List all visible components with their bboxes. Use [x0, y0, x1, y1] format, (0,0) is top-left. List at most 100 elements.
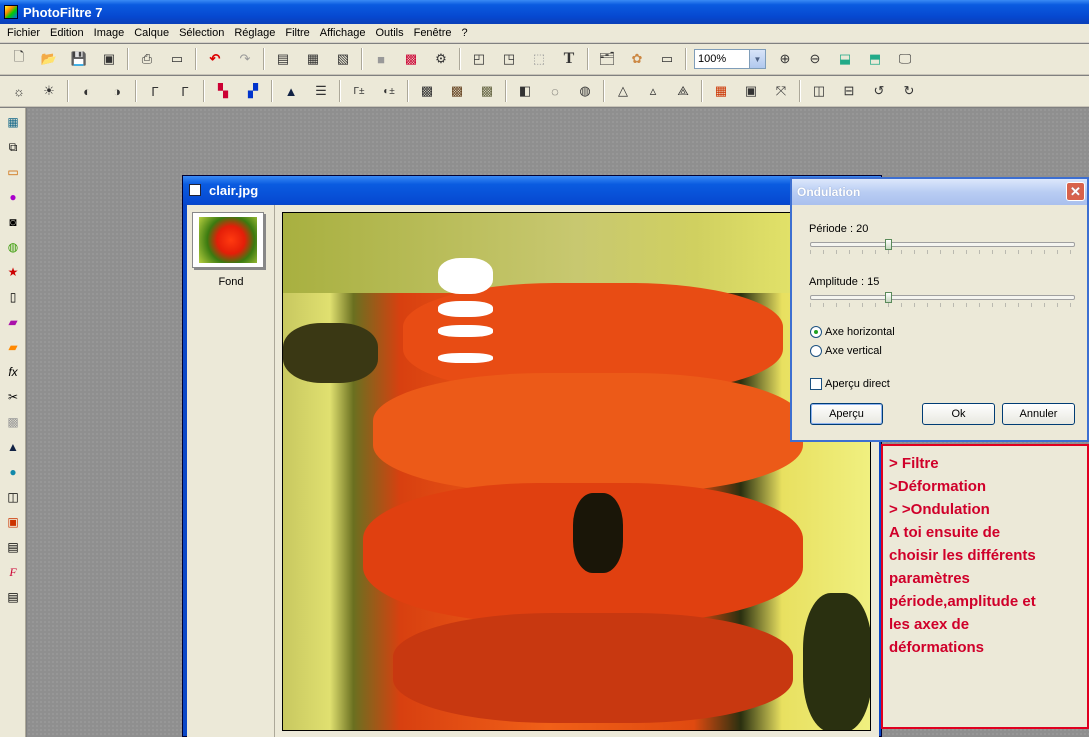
save-icon[interactable]: 💾: [67, 47, 91, 71]
amplitude-slider[interactable]: [810, 295, 1075, 300]
flip-vertical-icon[interactable]: ⊟: [837, 79, 861, 103]
fullscreen-icon[interactable]: 🖵: [893, 47, 917, 71]
globe-icon[interactable]: ◍: [3, 237, 23, 257]
photo-mask-icon[interactable]: ▣: [739, 79, 763, 103]
radio-button[interactable]: [810, 345, 822, 357]
window-icon[interactable]: ▭: [655, 47, 679, 71]
image-canvas[interactable]: [282, 212, 871, 731]
automation-icon[interactable]: ⚙: [429, 47, 453, 71]
menu-reglage[interactable]: Réglage: [229, 27, 280, 39]
sharpen-icon[interactable]: ◍: [573, 79, 597, 103]
flip-horizontal-icon[interactable]: ◫: [807, 79, 831, 103]
deselect-icon[interactable]: ◳: [497, 47, 521, 71]
canvas-size-icon[interactable]: ▦: [301, 47, 325, 71]
camera-icon[interactable]: ◙: [3, 212, 23, 232]
period-slider[interactable]: [810, 242, 1075, 247]
image-icon[interactable]: ▣: [3, 512, 23, 532]
circle-icon[interactable]: ●: [3, 462, 23, 482]
axis-horizontal-radio[interactable]: Axe horizontal: [810, 326, 895, 338]
save-html-icon[interactable]: ▤: [3, 587, 23, 607]
monitor-icon[interactable]: ▭: [3, 162, 23, 182]
page-icon[interactable]: ▯: [3, 287, 23, 307]
crop-icon[interactable]: ▧: [331, 47, 355, 71]
selection-rect-icon[interactable]: ⬚: [527, 47, 551, 71]
rotate-left-icon[interactable]: ↺: [867, 79, 891, 103]
zoom-in-icon[interactable]: ⊕: [773, 47, 797, 71]
transform-icon[interactable]: ⤧: [769, 79, 793, 103]
rainbow-gradient-icon[interactable]: ▰: [3, 337, 23, 357]
grayscale-icon[interactable]: ▩: [415, 79, 439, 103]
gamma-up-icon[interactable]: Γ: [173, 79, 197, 103]
text-tool-icon[interactable]: T: [557, 47, 581, 71]
explorer-icon[interactable]: 🗂: [595, 47, 619, 71]
preview-direct-checkbox[interactable]: Aperçu direct: [810, 378, 890, 390]
checkbox[interactable]: [810, 378, 822, 390]
cancel-button[interactable]: Annuler: [1002, 403, 1075, 425]
font-icon[interactable]: F: [3, 562, 23, 582]
close-icon[interactable]: ✕: [1066, 182, 1085, 201]
function-icon[interactable]: fx: [3, 362, 23, 382]
calculator-icon[interactable]: ▦: [3, 112, 23, 132]
contrast-up-icon[interactable]: ◑: [105, 79, 129, 103]
sepia-icon[interactable]: ▩: [445, 79, 469, 103]
print-icon[interactable]: ⎙: [135, 47, 159, 71]
auto-contrast-icon[interactable]: ◐±: [377, 79, 401, 103]
color-palette-icon[interactable]: ▩: [399, 47, 423, 71]
menu-filtre[interactable]: Filtre: [280, 27, 314, 39]
undo-icon[interactable]: ↶: [203, 47, 227, 71]
redo-icon[interactable]: ↷: [233, 47, 257, 71]
levels-icon[interactable]: ▲: [279, 79, 303, 103]
relief-icon[interactable]: △: [611, 79, 635, 103]
chevron-down-icon[interactable]: ▼: [749, 50, 765, 68]
blur-icon[interactable]: ◌: [543, 79, 567, 103]
star-icon[interactable]: ★: [3, 262, 23, 282]
menu-fenetre[interactable]: Fenêtre: [409, 27, 457, 39]
brightness-up-icon[interactable]: ☼: [7, 79, 31, 103]
mosaic-icon[interactable]: ▩: [475, 79, 499, 103]
brightness-down-icon[interactable]: ☀: [37, 79, 61, 103]
menu-calque[interactable]: Calque: [129, 27, 174, 39]
menu-image[interactable]: Image: [89, 27, 130, 39]
fit-window-icon[interactable]: ⬓: [833, 47, 857, 71]
color-gradient-icon[interactable]: ▰: [3, 312, 23, 332]
image-size-icon[interactable]: ▤: [271, 47, 295, 71]
scissors-icon[interactable]: ✂: [3, 387, 23, 407]
rotate-right-icon[interactable]: ↻: [897, 79, 921, 103]
actual-size-icon[interactable]: ⬒: [863, 47, 887, 71]
menu-edition[interactable]: Edition: [45, 27, 89, 39]
edge-icon[interactable]: ⟁: [671, 79, 695, 103]
save-all-icon[interactable]: ▣: [97, 47, 121, 71]
menu-selection[interactable]: Sélection: [174, 27, 229, 39]
sphere-icon[interactable]: ●: [3, 187, 23, 207]
saturation-up-icon[interactable]: ▞: [241, 79, 265, 103]
radio-button[interactable]: [810, 326, 822, 338]
outline-icon[interactable]: ▵: [641, 79, 665, 103]
auto-levels-icon[interactable]: Γ±: [347, 79, 371, 103]
menu-outils[interactable]: Outils: [370, 27, 408, 39]
dialog-titlebar[interactable]: Ondulation ✕: [792, 179, 1087, 205]
ok-button[interactable]: Ok: [922, 403, 995, 425]
plugins-icon[interactable]: ✿: [625, 47, 649, 71]
curves-icon[interactable]: ☰: [309, 79, 333, 103]
scanner-icon[interactable]: ▭: [165, 47, 189, 71]
color-adjust-icon[interactable]: ▦: [709, 79, 733, 103]
zoom-select[interactable]: 100% ▼: [694, 49, 766, 69]
invert-icon[interactable]: ◧: [513, 79, 537, 103]
pattern-icon[interactable]: ▩: [3, 412, 23, 432]
amplitude-slider-thumb[interactable]: [884, 292, 892, 303]
axis-vertical-radio[interactable]: Axe vertical: [810, 345, 882, 357]
menu-help[interactable]: ?: [457, 27, 473, 39]
save-2000-icon[interactable]: ▤: [3, 537, 23, 557]
open-folder-icon[interactable]: 📂: [37, 47, 61, 71]
saturation-down-icon[interactable]: ▚: [211, 79, 235, 103]
book-icon[interactable]: ◫: [3, 487, 23, 507]
zoom-out-icon[interactable]: ⊖: [803, 47, 827, 71]
contrast-down-icon[interactable]: ◐: [75, 79, 99, 103]
gamma-down-icon[interactable]: Γ: [143, 79, 167, 103]
histogram-icon[interactable]: ▲: [3, 437, 23, 457]
period-slider-thumb[interactable]: [884, 239, 892, 250]
menu-affichage[interactable]: Affichage: [315, 27, 371, 39]
copy-icon[interactable]: ⧉: [3, 137, 23, 157]
document-titlebar[interactable]: clair.jpg: [183, 176, 881, 204]
layer-thumbnail[interactable]: [192, 212, 264, 268]
